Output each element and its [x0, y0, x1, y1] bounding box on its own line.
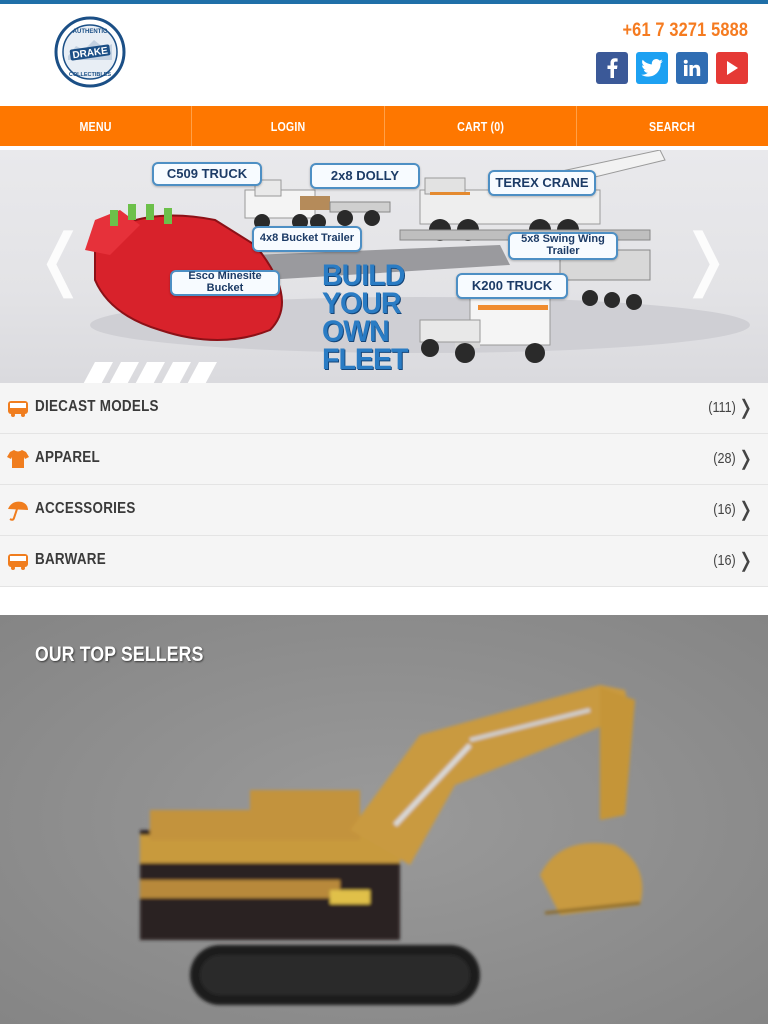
headline-line-3: OWN: [322, 315, 390, 348]
chevron-right-icon: ❭: [737, 397, 754, 419]
social-links: [596, 52, 748, 84]
svg-text:AUTHENTIC: AUTHENTIC: [73, 29, 108, 35]
hero-banner[interactable]: C509 TRUCK 2x8 DOLLY TEREX CRANE 4x8 Buc…: [0, 150, 768, 383]
category-list: DIECAST MODELS (111) ❭ APPAREL (28) ❭ AC…: [0, 383, 768, 587]
category-apparel[interactable]: APPAREL (28) ❭: [0, 434, 768, 485]
svg-text:COLLECTIBLES: COLLECTIBLES: [69, 72, 111, 78]
callout-swing-wing: 5x8 Swing Wing Trailer: [508, 232, 618, 260]
decorative-stripes: [83, 362, 217, 383]
category-diecast-models[interactable]: DIECAST MODELS (111) ❭: [0, 383, 768, 434]
nav-search-label: SEARCH: [649, 118, 696, 134]
tshirt-icon: [7, 450, 29, 468]
site-header: DRAKE AUTHENTIC COLLECTIBLES +61 7 3271 …: [0, 4, 768, 106]
headline-line-4: FLEET: [322, 343, 408, 376]
top-sellers-section: OUR TOP SELLERS: [0, 615, 768, 1024]
excavator-image[interactable]: [0, 615, 768, 1024]
nav-menu-label: MENU: [79, 118, 112, 134]
category-count: (16): [713, 501, 736, 518]
headline-line-1: BUILD: [322, 259, 405, 292]
hero-headline: BUILD YOUR OWN FLEET: [322, 259, 408, 376]
category-barware[interactable]: BARWARE (16) ❭: [0, 536, 768, 587]
callout-c509: C509 TRUCK: [152, 162, 262, 186]
category-count: (16): [713, 552, 736, 569]
drake-logo[interactable]: DRAKE AUTHENTIC COLLECTIBLES: [54, 16, 126, 88]
nav-search[interactable]: SEARCH: [577, 106, 768, 146]
category-label: ACCESSORIES: [35, 500, 136, 517]
top-sellers-title: OUR TOP SELLERS: [35, 643, 204, 666]
bus-icon: [8, 554, 28, 570]
callout-esco: Esco Minesite Bucket: [170, 270, 280, 296]
facebook-icon[interactable]: [596, 52, 628, 84]
chevron-right-icon: ❭: [737, 448, 754, 470]
callout-terex: TEREX CRANE: [488, 170, 596, 196]
bus-icon: [8, 401, 28, 417]
chevron-right-icon: ❭: [737, 499, 754, 521]
category-accessories[interactable]: ACCESSORIES (16) ❭: [0, 485, 768, 536]
chevron-right-icon: ❭: [737, 550, 754, 572]
nav-login[interactable]: LOGIN: [192, 106, 385, 146]
nav-cart-label: CART (0): [456, 118, 504, 134]
category-count: (28): [713, 450, 736, 467]
callout-bucket-trailer: 4x8 Bucket Trailer: [252, 226, 362, 252]
main-nav: MENU LOGIN CART (0) SEARCH: [0, 106, 768, 146]
category-label: BARWARE: [35, 551, 106, 568]
phone-number[interactable]: +61 7 3271 5888: [622, 20, 748, 42]
callout-dolly: 2x8 DOLLY: [310, 163, 420, 189]
nav-menu[interactable]: MENU: [0, 106, 193, 146]
nav-login-label: LOGIN: [270, 118, 306, 134]
carousel-next-button[interactable]: ❭: [677, 225, 734, 293]
callout-k200: K200 TRUCK: [456, 273, 568, 299]
youtube-icon[interactable]: [716, 52, 748, 84]
twitter-icon[interactable]: [636, 52, 668, 84]
carousel-prev-button[interactable]: ❬: [32, 225, 89, 293]
logo-badge-icon: DRAKE AUTHENTIC COLLECTIBLES: [54, 16, 126, 88]
category-label: APPAREL: [35, 449, 100, 466]
umbrella-icon: [8, 501, 28, 521]
headline-line-2: YOUR: [322, 287, 402, 320]
category-label: DIECAST MODELS: [35, 398, 159, 415]
linkedin-icon[interactable]: [676, 52, 708, 84]
nav-cart[interactable]: CART (0): [385, 106, 577, 146]
category-count: (111): [708, 399, 736, 416]
